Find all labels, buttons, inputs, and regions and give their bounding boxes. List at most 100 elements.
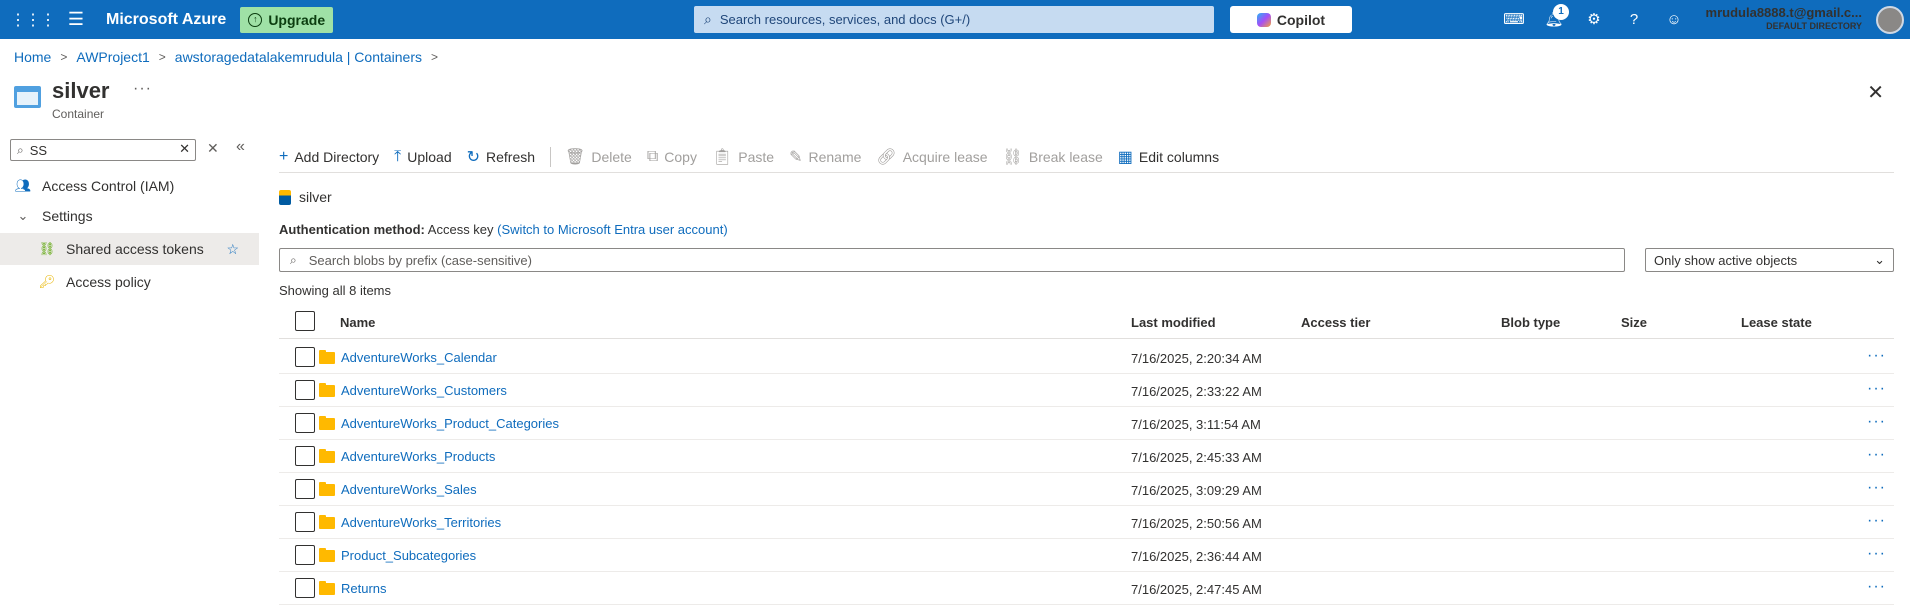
more-options-icon[interactable]: ···	[1867, 545, 1886, 563]
auth-label: Authentication method:	[279, 222, 425, 237]
close-icon[interactable]: ✕	[1867, 80, 1884, 105]
toolbar-divider-line	[279, 172, 1894, 173]
more-options-icon[interactable]: ···	[1867, 380, 1886, 398]
row-checkbox[interactable]	[295, 347, 315, 367]
breadcrumb-storage-account[interactable]: awstoragedatalakemrudula | Containers	[175, 49, 422, 65]
upgrade-button[interactable]: ↑ Upgrade	[240, 6, 334, 33]
break-lease-button[interactable]: ⛓ Break lease	[1003, 147, 1103, 167]
refresh-button[interactable]: ↻ Refresh	[467, 147, 535, 167]
copy-button[interactable]: ⧉ Copy	[647, 148, 697, 166]
upload-button[interactable]: ⤒ Upload	[394, 148, 451, 166]
more-options-icon[interactable]: ···	[1867, 347, 1886, 365]
more-options-icon[interactable]: ···	[1867, 512, 1886, 530]
row-checkbox[interactable]	[295, 380, 315, 400]
more-options-icon[interactable]: ···	[1867, 578, 1886, 596]
column-name[interactable]: Name	[340, 315, 375, 330]
row-name-link[interactable]: AdventureWorks_Sales	[319, 481, 477, 497]
blob-search-placeholder: Search blobs by prefix (case-sensitive)	[308, 252, 532, 268]
items-count: Showing all 8 items	[279, 283, 391, 298]
row-checkbox[interactable]	[295, 413, 315, 433]
help-icon[interactable]: ?	[1623, 9, 1645, 31]
container-path-icon	[279, 189, 291, 205]
row-name-link[interactable]: AdventureWorks_Territories	[319, 514, 502, 530]
cloud-shell-icon[interactable]: ⌨	[1503, 9, 1525, 31]
column-size[interactable]: Size	[1621, 315, 1647, 330]
gear-icon[interactable]: ⚙	[1583, 9, 1605, 31]
search-icon: ⌕	[704, 11, 712, 27]
table-row[interactable]: Product_Subcategories 7/16/2025, 2:36:44 …	[279, 539, 1894, 572]
table-row[interactable]: AdventureWorks_Products 7/16/2025, 2:45:3…	[279, 440, 1894, 473]
folder-icon	[319, 514, 335, 529]
sidebar-item-settings[interactable]: ⌄ Settings	[0, 200, 259, 232]
brand-title[interactable]: Microsoft Azure	[106, 11, 226, 29]
menu-icon[interactable]: ☰	[58, 9, 94, 30]
copilot-button[interactable]: Copilot	[1230, 6, 1352, 33]
sidebar-item-shared-access-tokens[interactable]: ⛓ Shared access tokens ☆	[0, 233, 259, 265]
collapse-sidebar-icon[interactable]: «	[236, 138, 245, 156]
clear-filter-icon[interactable]: ✕	[207, 140, 219, 157]
active-objects-dropdown[interactable]: Only show active objects ⌄	[1645, 248, 1894, 272]
clear-icon[interactable]: ✕	[179, 141, 190, 157]
add-directory-button[interactable]: + Add Directory	[279, 148, 379, 166]
column-last-modified[interactable]: Last modified	[1131, 315, 1216, 330]
row-name: AdventureWorks_Product_Categories	[341, 416, 559, 431]
row-last-modified: 7/16/2025, 2:20:34 AM	[1131, 351, 1262, 366]
table-row[interactable]: AdventureWorks_Customers 7/16/2025, 2:33:…	[279, 374, 1894, 407]
breadcrumb-resource-group[interactable]: AWProject1	[76, 49, 149, 65]
global-search-input[interactable]: ⌕ Search resources, services, and docs (…	[694, 6, 1214, 33]
table-row[interactable]: AdventureWorks_Sales 7/16/2025, 3:09:29 A…	[279, 473, 1894, 506]
row-checkbox[interactable]	[295, 512, 315, 532]
row-name-link[interactable]: AdventureWorks_Customers	[319, 382, 507, 398]
app-launcher-icon[interactable]: ⋮⋮⋮	[10, 10, 56, 30]
row-name: AdventureWorks_Territories	[341, 515, 502, 530]
edit-columns-button[interactable]: ▦ Edit columns	[1118, 147, 1219, 167]
row-checkbox[interactable]	[295, 479, 315, 499]
row-checkbox[interactable]	[295, 545, 315, 565]
switch-auth-link[interactable]: (Switch to Microsoft Entra user account)	[497, 222, 727, 237]
table-row[interactable]: AdventureWorks_Calendar 7/16/2025, 2:20:3…	[279, 341, 1894, 374]
authentication-method: Authentication method: Access key (Switc…	[279, 222, 728, 237]
select-all-checkbox[interactable]	[295, 311, 315, 331]
table-header: Name Last modified Access tier Blob type…	[279, 305, 1894, 339]
sidebar-item-label: Shared access tokens	[66, 241, 204, 257]
rename-button[interactable]: ✎ Rename	[789, 147, 861, 167]
folder-icon	[319, 580, 335, 595]
sidebar-item-access-policy[interactable]: 🔑︎ Access policy	[0, 266, 259, 298]
sidebar-item-access-control[interactable]: 👥︎ Access Control (IAM)	[0, 170, 259, 202]
breadcrumb-home[interactable]: Home	[14, 49, 51, 65]
column-lease-state[interactable]: Lease state	[1741, 315, 1812, 330]
table-row[interactable]: AdventureWorks_Product_Categories 7/16/20…	[279, 407, 1894, 440]
more-options-icon[interactable]: ···	[1867, 446, 1886, 464]
row-last-modified: 7/16/2025, 2:45:33 AM	[1131, 450, 1262, 465]
row-name-link[interactable]: Returns	[319, 580, 387, 596]
blob-search-input[interactable]: ⌕ Search blobs by prefix (case-sensitive…	[279, 248, 1625, 272]
paste-button[interactable]: 📋︎ Paste	[712, 147, 774, 167]
row-name-link[interactable]: AdventureWorks_Calendar	[319, 349, 497, 365]
row-name-link[interactable]: AdventureWorks_Products	[319, 448, 495, 464]
copilot-label: Copilot	[1276, 11, 1326, 28]
account-menu[interactable]: mrudula8888.t@gmail.c... DEFAULT DIRECTO…	[1706, 5, 1862, 31]
row-checkbox[interactable]	[295, 446, 315, 466]
table-row[interactable]: Returns 7/16/2025, 2:47:45 AM ···	[279, 572, 1894, 605]
row-last-modified: 7/16/2025, 2:33:22 AM	[1131, 384, 1262, 399]
more-options-icon[interactable]: ···	[1867, 413, 1886, 431]
feedback-icon[interactable]: ☺	[1663, 9, 1685, 31]
upgrade-label: Upgrade	[268, 11, 326, 28]
star-icon[interactable]: ☆	[226, 241, 239, 258]
auth-value: Access key	[427, 222, 494, 237]
more-options-icon[interactable]: ···	[133, 80, 152, 98]
folder-icon	[319, 481, 335, 496]
row-checkbox[interactable]	[295, 578, 315, 598]
acquire-lease-button[interactable]: 🔗︎ Acquire lease	[876, 147, 987, 167]
delete-button[interactable]: 🗑︎ Delete	[565, 147, 632, 167]
table-row[interactable]: AdventureWorks_Territories 7/16/2025, 2:5…	[279, 506, 1894, 539]
row-name-link[interactable]: Product_Subcategories	[319, 547, 476, 563]
avatar[interactable]	[1876, 6, 1904, 34]
sidebar-search-input[interactable]: ⌕ SS ✕	[10, 139, 196, 161]
column-access-tier[interactable]: Access tier	[1301, 315, 1370, 330]
row-name-link[interactable]: AdventureWorks_Product_Categories	[319, 415, 559, 431]
column-blob-type[interactable]: Blob type	[1501, 315, 1560, 330]
arrow-up-icon: ↑	[248, 12, 263, 27]
folder-icon	[319, 547, 335, 562]
more-options-icon[interactable]: ···	[1867, 479, 1886, 497]
